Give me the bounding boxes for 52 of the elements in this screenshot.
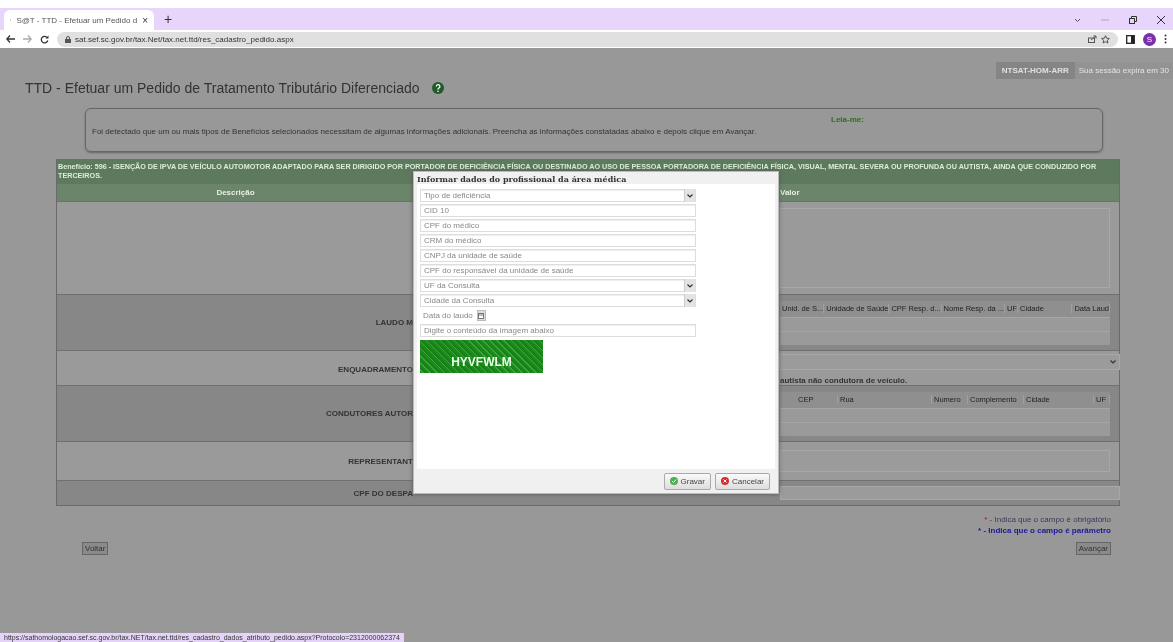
- profile-avatar[interactable]: S: [1143, 32, 1156, 46]
- input-field[interactable]: [780, 450, 1110, 472]
- column-header: Valor: [780, 188, 801, 197]
- save-button[interactable]: Gravar: [663, 472, 711, 490]
- row-label: CONDUTORES AUTOR: [326, 409, 413, 418]
- cancel-icon: [721, 477, 729, 485]
- chevron-down-icon: [687, 283, 693, 288]
- close-icon[interactable]: [1157, 16, 1165, 24]
- note-text: autista não condutora de veículo.: [780, 375, 909, 385]
- row-label: LAUDO M: [375, 318, 413, 327]
- share-icon[interactable]: [1088, 35, 1097, 43]
- chevron-down-icon: [1110, 360, 1116, 364]
- back-arrow-icon[interactable]: [6, 35, 15, 43]
- chevron-down-icon: [687, 298, 693, 303]
- dialog-title: Informar dados do profissional da área médica: [416, 173, 628, 184]
- cancel-button[interactable]: Cancelar: [715, 472, 770, 490]
- reload-icon[interactable]: [40, 34, 49, 44]
- info-heading: Leia-me:: [831, 115, 864, 124]
- help-icon[interactable]: [431, 81, 444, 94]
- select-field[interactable]: Cidade da Consulta: [420, 294, 696, 307]
- session-text: Sua sessão expira em 30: [1074, 62, 1173, 79]
- column-header: Descrição: [215, 188, 256, 197]
- date-label: Data do laudo: [423, 311, 473, 320]
- select-field[interactable]: Tipo de deficiência: [420, 189, 696, 202]
- captcha-image: HYVFWLM: [420, 340, 543, 373]
- page-title: TTD - Efetuar um Pedido de Tratamento Tributário Diferenciado: [25, 79, 420, 96]
- lock-icon: [65, 35, 71, 43]
- row-label: CPF DO DESPA: [353, 488, 413, 498]
- info-text: Foi detectado que um ou mais tipos de Benefícios selecionados necessitam de algumas informações adicionais. Preencha as informações constatadas abaixo e depois clique em Avançar.: [92, 127, 757, 136]
- side-panel-icon[interactable]: [1126, 34, 1135, 44]
- legend-text: * - Indica que o campo é obrigatório: [984, 514, 1111, 525]
- browser-tab[interactable]: S@T - TTD - Efetuar um Pedido d ×: [4, 10, 154, 30]
- new-tab-button[interactable]: +: [164, 11, 173, 27]
- select-field[interactable]: [779, 354, 1120, 370]
- address-bar[interactable]: sat.sef.sc.gov.br/tax.Net/tax.net.ttd/res_cadastro_pedido.aspx: [57, 31, 1118, 47]
- row-label: REPRESENTANT: [348, 456, 413, 466]
- menu-icon[interactable]: [1164, 34, 1167, 44]
- user-badge: NTSAT-HOM-ARR: [995, 62, 1075, 79]
- star-icon[interactable]: [1101, 34, 1110, 44]
- chevron-down-icon[interactable]: [1074, 17, 1081, 23]
- row-label: ENQUADRAMENTO: [338, 365, 413, 374]
- calendar-icon: [478, 312, 485, 319]
- restore-icon[interactable]: [1129, 16, 1137, 24]
- input-field[interactable]: [780, 486, 1120, 500]
- chevron-down-icon: [687, 193, 693, 198]
- calendar-button[interactable]: [476, 310, 486, 321]
- close-tab-button[interactable]: ×: [142, 14, 148, 26]
- back-button[interactable]: Voltar: [82, 542, 109, 555]
- select-field[interactable]: UF da Consulta: [420, 279, 696, 292]
- check-icon: [669, 477, 678, 485]
- next-button[interactable]: Avançar: [1075, 542, 1111, 555]
- legend-text: * - Indica que o campo é parâmetro: [978, 525, 1111, 536]
